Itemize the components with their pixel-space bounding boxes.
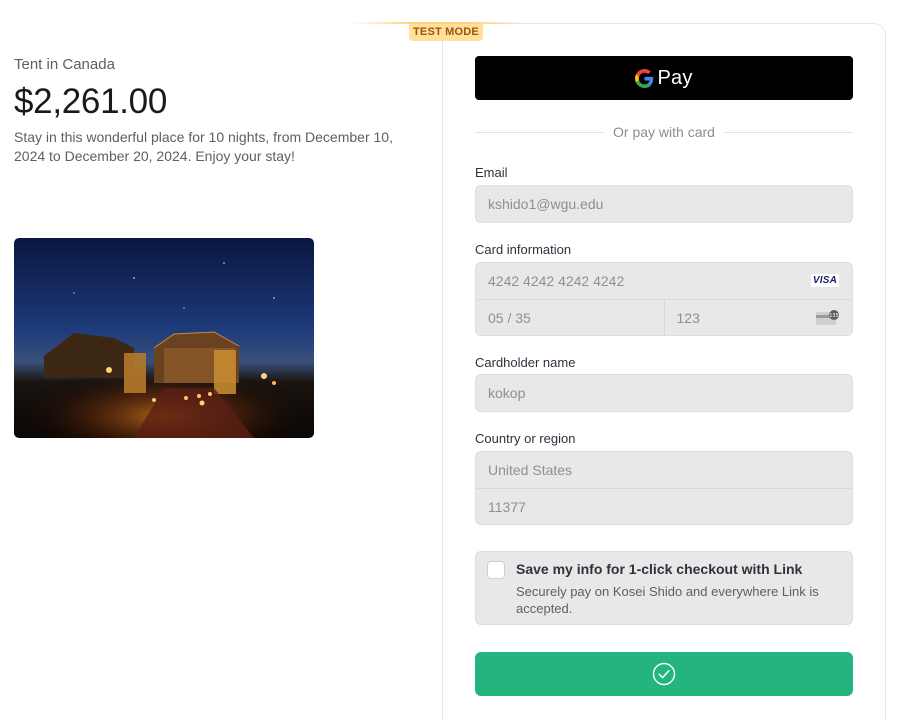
country-label: Country or region [475,431,576,446]
svg-text:135: 135 [829,313,839,319]
country-select[interactable]: United States [476,452,852,488]
email-label: Email [475,165,508,180]
link-save-description: Securely pay on Kosei Shido and everywhe… [516,584,819,616]
product-description: Stay in this wonderful place for 10 nigh… [14,129,393,164]
total-amount: $2,261.00 [14,82,168,121]
google-g-icon [635,68,654,88]
checkmark-circle-icon [652,662,676,686]
cardholder-field[interactable]: kokop [476,375,852,411]
pay-with-card-divider: Or pay with card [475,122,853,142]
zip-input[interactable]: 11377 [476,488,852,524]
pay-button[interactable] [475,652,853,696]
google-pay-label: Pay [657,66,693,89]
card-number-value: 4242 4242 4242 4242 [488,273,625,289]
divider-line [723,131,853,133]
link-save-box: Save my info for 1-click checkout with L… [475,551,853,625]
card-cvc-input[interactable]: 123 135 [663,299,852,335]
email-field[interactable]: kshido1@wgu.edu [476,186,852,222]
test-mode-badge: TEST MODE [409,24,483,41]
link-save-title: Save my info for 1-click checkout with L… [516,561,803,577]
product-image [14,238,314,438]
divider-line [475,131,605,133]
email-field-box: kshido1@wgu.edu [475,185,853,223]
card-info-label: Card information [475,242,572,257]
link-save-checkbox[interactable] [487,561,505,579]
cardholder-field-box: kokop [475,374,853,412]
google-pay-button[interactable]: Pay [475,56,853,100]
cardholder-label: Cardholder name [475,355,576,370]
card-expiry-input[interactable]: 05 / 35 [476,299,664,335]
card-cvc-value: 123 [676,309,700,326]
divider-text: Or pay with card [613,124,715,140]
card-info-box: 4242 4242 4242 4242 VISA 05 / 35 123 135 [475,262,853,336]
card-number-input[interactable]: 4242 4242 4242 4242 VISA [476,263,852,299]
country-box: United States 11377 [475,451,853,525]
card-back-icon: 135 [816,310,839,325]
visa-brand-icon: VISA [810,274,839,287]
product-name: Tent in Canada [14,56,115,73]
